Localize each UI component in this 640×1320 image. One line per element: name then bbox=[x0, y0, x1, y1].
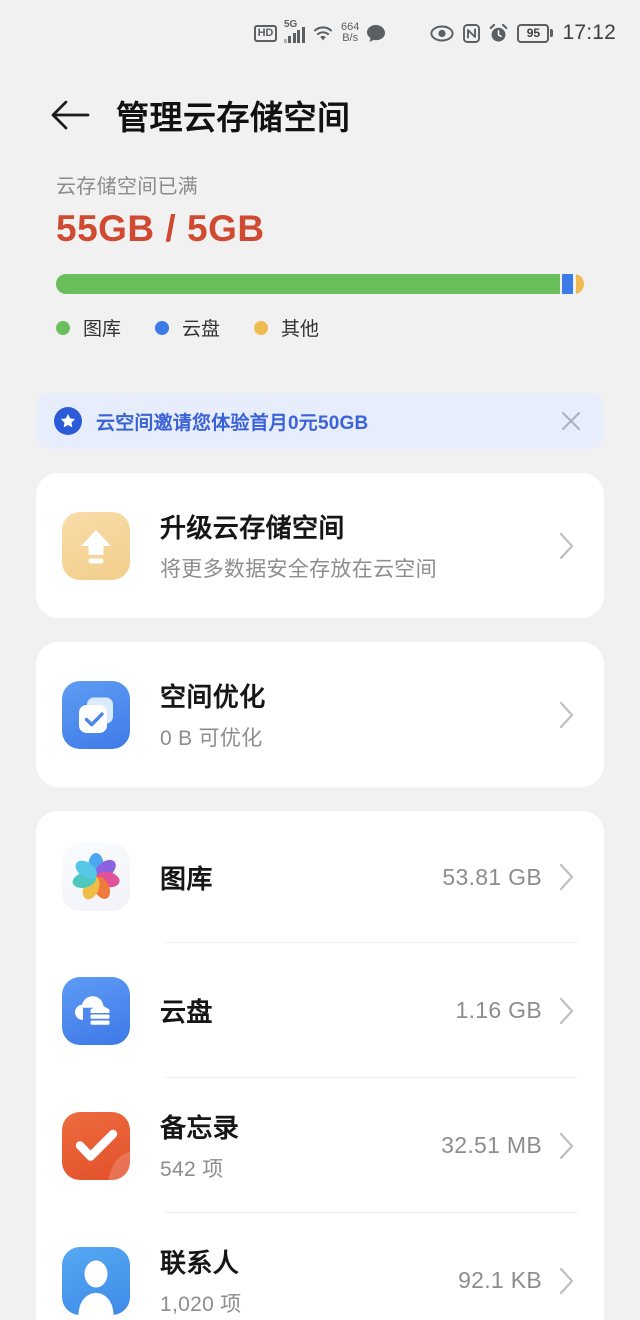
chevron-right-icon[interactable] bbox=[556, 1264, 578, 1298]
chevron-right-icon[interactable] bbox=[556, 1129, 578, 1163]
checkbox-card-icon bbox=[62, 680, 130, 749]
chevron-right-icon[interactable] bbox=[556, 994, 578, 1028]
storage-legend: 图库 云盘 其他 bbox=[56, 314, 584, 341]
upgrade-storage-title: 升级云存储空间 bbox=[160, 513, 345, 543]
storage-progress-bar bbox=[56, 274, 584, 294]
contacts-person-icon bbox=[62, 1246, 130, 1315]
legend-label-clouddrive: 云盘 bbox=[182, 319, 221, 340]
storage-items-card: 图库 53.81 GB 云盘 1.16 GB 备忘录 542 项 32.51 M… bbox=[36, 811, 604, 1320]
close-icon[interactable] bbox=[556, 406, 586, 436]
hd-badge-icon: HD bbox=[253, 24, 277, 42]
arrow-left-icon bbox=[51, 100, 90, 130]
storage-item-title: 备忘录 bbox=[160, 1113, 240, 1143]
storage-item-gallery-text: 图库 bbox=[160, 859, 442, 896]
storage-item-title: 图库 bbox=[160, 863, 213, 894]
clock-time: 17:12 bbox=[562, 21, 616, 44]
chevron-right-icon[interactable] bbox=[556, 698, 578, 732]
alarm-clock-icon bbox=[489, 23, 508, 43]
storage-item-subtitle: 1,020 项 bbox=[160, 1293, 242, 1316]
back-button[interactable] bbox=[44, 89, 96, 141]
storage-item-title: 联系人 bbox=[160, 1248, 240, 1278]
chevron-right-icon[interactable] bbox=[556, 860, 578, 894]
storage-summary: 云存储空间已满 55GB / 5GB bbox=[0, 152, 640, 250]
storage-item-title: 云盘 bbox=[160, 997, 213, 1027]
status-bar-right: 95 17:12 bbox=[430, 0, 616, 66]
space-optimize-title: 空间优化 bbox=[160, 682, 266, 712]
progress-segment-clouddrive bbox=[562, 274, 574, 294]
upgrade-storage-text: 升级云存储空间 将更多数据安全存放在云空间 bbox=[160, 508, 556, 583]
phone-screen: HD 5G 664 B/s 95 17:12 管理云存储空间 云存储空间已满 5… bbox=[0, 0, 640, 1320]
status-bar: HD 5G 664 B/s 95 17:12 bbox=[0, 0, 640, 66]
space-optimize-card[interactable]: 空间优化 0 B 可优化 bbox=[36, 642, 604, 787]
page-title: 管理云存储空间 bbox=[116, 99, 351, 136]
gallery-flower-icon bbox=[62, 843, 130, 911]
storage-status-label: 云存储空间已满 bbox=[56, 176, 199, 198]
storage-item-contacts[interactable]: 联系人 1,020 项 92.1 KB bbox=[36, 1213, 604, 1320]
legend-item-clouddrive: 云盘 bbox=[155, 314, 220, 341]
storage-item-notes[interactable]: 备忘录 542 项 32.51 MB bbox=[36, 1078, 604, 1213]
storage-item-clouddrive[interactable]: 云盘 1.16 GB bbox=[36, 943, 604, 1078]
progress-segment-other bbox=[575, 274, 584, 294]
legend-dot-gallery bbox=[56, 320, 70, 335]
space-optimize-text: 空间优化 0 B 可优化 bbox=[160, 677, 556, 752]
battery-icon: 95 bbox=[517, 23, 554, 43]
upgrade-storage-subtitle: 将更多数据安全存放在云空间 bbox=[160, 558, 437, 581]
legend-item-other: 其他 bbox=[254, 314, 319, 341]
storage-usage-value: 55GB / 5GB bbox=[56, 208, 265, 249]
storage-item-contacts-text: 联系人 1,020 项 bbox=[160, 1243, 458, 1318]
wifi-icon bbox=[312, 24, 334, 42]
upload-arrow-icon bbox=[62, 511, 130, 580]
storage-progress: 图库 云盘 其他 bbox=[56, 274, 584, 341]
storage-item-value: 92.1 KB bbox=[458, 1267, 542, 1293]
storage-item-notes-text: 备忘录 542 项 bbox=[160, 1108, 441, 1183]
legend-label-other: 其他 bbox=[281, 319, 320, 340]
signal-5g-label: 5G bbox=[283, 19, 298, 30]
cloud-drive-icon bbox=[62, 976, 130, 1045]
upgrade-storage-row[interactable]: 升级云存储空间 将更多数据安全存放在云空间 bbox=[36, 473, 604, 618]
legend-dot-other bbox=[254, 320, 269, 335]
star-badge-icon bbox=[54, 407, 82, 435]
upgrade-storage-card[interactable]: 升级云存储空间 将更多数据安全存放在云空间 bbox=[36, 473, 604, 618]
nfc-icon bbox=[463, 23, 481, 43]
network-speed: 664 B/s bbox=[341, 22, 359, 44]
space-optimize-subtitle: 0 B 可优化 bbox=[160, 727, 263, 750]
battery-level: 95 bbox=[517, 23, 550, 43]
storage-item-value: 53.81 GB bbox=[442, 863, 542, 890]
space-optimize-row[interactable]: 空间优化 0 B 可优化 bbox=[36, 642, 604, 787]
progress-segment-gallery bbox=[56, 274, 560, 294]
signal-5g-icon: 5G bbox=[283, 19, 305, 43]
network-speed-unit: B/s bbox=[342, 32, 359, 44]
message-bubble-icon bbox=[366, 24, 386, 43]
storage-item-subtitle: 542 项 bbox=[160, 1158, 224, 1181]
storage-item-clouddrive-text: 云盘 bbox=[160, 992, 456, 1029]
storage-item-value: 1.16 GB bbox=[455, 997, 542, 1023]
legend-dot-clouddrive bbox=[155, 320, 170, 335]
chevron-right-icon[interactable] bbox=[556, 529, 578, 563]
promo-banner[interactable]: 云空间邀请您体验首月0元50GB bbox=[36, 393, 604, 449]
title-bar: 管理云存储空间 bbox=[0, 66, 640, 152]
storage-item-value: 32.51 MB bbox=[441, 1132, 542, 1158]
storage-item-gallery[interactable]: 图库 53.81 GB bbox=[36, 811, 604, 943]
legend-item-gallery: 图库 bbox=[56, 314, 121, 341]
notes-check-icon bbox=[62, 1111, 130, 1180]
promo-banner-text: 云空间邀请您体验首月0元50GB bbox=[96, 412, 369, 434]
status-bar-left: HD 5G 664 B/s bbox=[253, 19, 387, 44]
eye-icon bbox=[430, 25, 454, 42]
legend-label-gallery: 图库 bbox=[83, 319, 122, 340]
